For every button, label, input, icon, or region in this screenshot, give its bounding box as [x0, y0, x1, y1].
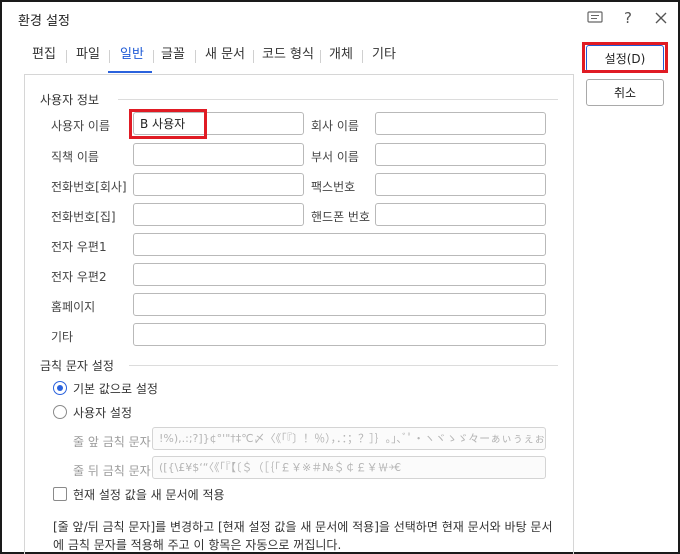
- highlight-user-name: [129, 109, 207, 139]
- tab-separator: [320, 50, 321, 63]
- email2-input[interactable]: [133, 263, 546, 286]
- help-icon-glyph: ?: [624, 9, 632, 27]
- custom-setting-radio[interactable]: [53, 405, 67, 419]
- active-tab-indicator: [108, 71, 152, 73]
- section-divider: [118, 99, 558, 100]
- department-input[interactable]: [375, 143, 546, 166]
- line-end-label: 줄 뒤 금칙 문자: [73, 464, 151, 478]
- tab-separator: [253, 50, 254, 63]
- apply-to-new-doc-checkbox[interactable]: [53, 487, 67, 501]
- mobile-label: 핸드폰 번호: [311, 210, 371, 224]
- tab-etc[interactable]: 기타: [372, 42, 396, 72]
- tab-general[interactable]: 일반: [120, 42, 144, 72]
- tab-separator: [153, 50, 154, 63]
- cancel-button[interactable]: 취소: [586, 79, 664, 106]
- email1-input[interactable]: [133, 233, 546, 256]
- tab-separator: [362, 50, 363, 63]
- position-input[interactable]: [133, 143, 304, 166]
- tab-edit[interactable]: 편집: [32, 42, 56, 72]
- tab-separator: [66, 50, 67, 63]
- default-setting-radio[interactable]: [53, 381, 67, 395]
- email1-label: 전자 우편1: [51, 240, 107, 254]
- phone-company-input[interactable]: [133, 173, 304, 196]
- dialog-title: 환경 설정: [18, 14, 70, 29]
- fax-input[interactable]: [375, 173, 546, 196]
- close-icon[interactable]: [648, 6, 674, 30]
- chat-icon[interactable]: [582, 6, 608, 30]
- note-line-2: 에 금칙 문자를 적용해 주고 이 항목은 자동으로 꺼집니다.: [53, 538, 342, 552]
- etc-input[interactable]: [133, 323, 546, 346]
- tab-font[interactable]: 글꼴: [161, 42, 185, 72]
- tab-new-document[interactable]: 새 문서: [205, 42, 245, 72]
- tab-object[interactable]: 개체: [329, 42, 353, 72]
- line-start-input[interactable]: !%),.:;?]}¢°'"†‡℃〆〈《「『〕！％），．：；？］｝｡｣､ﾞﾟ・ヽ…: [152, 427, 546, 450]
- homepage-label: 홈페이지: [51, 300, 96, 314]
- user-info-title: 사용자 정보: [40, 93, 100, 107]
- note-line-1: [줄 앞/뒤 금칙 문자]를 변경하고 [현재 설정 값을 새 문서에 적용]을…: [53, 520, 553, 534]
- phone-company-label: 전화번호[회사]: [51, 180, 127, 194]
- position-label: 직책 이름: [51, 150, 99, 164]
- help-icon[interactable]: ?: [615, 6, 641, 30]
- phone-home-label: 전화번호[집]: [51, 210, 116, 224]
- title-bar: 환경 설정 ?: [2, 2, 678, 34]
- forbidden-chars-title: 금칙 문자 설정: [40, 359, 114, 373]
- homepage-input[interactable]: [133, 293, 546, 316]
- email2-label: 전자 우편2: [51, 270, 107, 284]
- custom-setting-label[interactable]: 사용자 설정: [73, 404, 132, 421]
- mobile-input[interactable]: [375, 203, 546, 226]
- etc-label: 기타: [51, 330, 74, 344]
- default-setting-label[interactable]: 기본 값으로 설정: [73, 380, 158, 397]
- line-start-label: 줄 앞 금칙 문자: [73, 435, 151, 449]
- phone-home-input[interactable]: [133, 203, 304, 226]
- highlight-ok-button: [582, 42, 668, 73]
- user-name-label: 사용자 이름: [51, 119, 111, 133]
- tab-separator: [195, 50, 196, 63]
- section-divider: [129, 365, 558, 366]
- department-label: 부서 이름: [311, 150, 359, 164]
- apply-to-new-doc-label[interactable]: 현재 설정 값을 새 문서에 적용: [73, 486, 225, 503]
- tab-code-format[interactable]: 코드 형식: [262, 42, 314, 72]
- line-end-input[interactable]: ([{\£¥$‘“〈《「『【〔＄（［｛｢￡￥※＃№＄￠￡￥￦￫€: [152, 456, 546, 479]
- company-name-label: 회사 이름: [311, 119, 359, 133]
- general-panel: 사용자 정보 사용자 이름 회사 이름 직책 이름 부서 이름 전화번호[회사]…: [24, 75, 574, 554]
- tab-separator: [109, 50, 110, 63]
- fax-label: 팩스번호: [311, 180, 356, 194]
- settings-dialog: 환경 설정 ? 편집 파일 일반 글꼴 새 문서 코드 형식 개체 기타 사용자…: [0, 0, 680, 554]
- company-name-input[interactable]: [375, 112, 546, 135]
- tab-file[interactable]: 파일: [76, 42, 100, 72]
